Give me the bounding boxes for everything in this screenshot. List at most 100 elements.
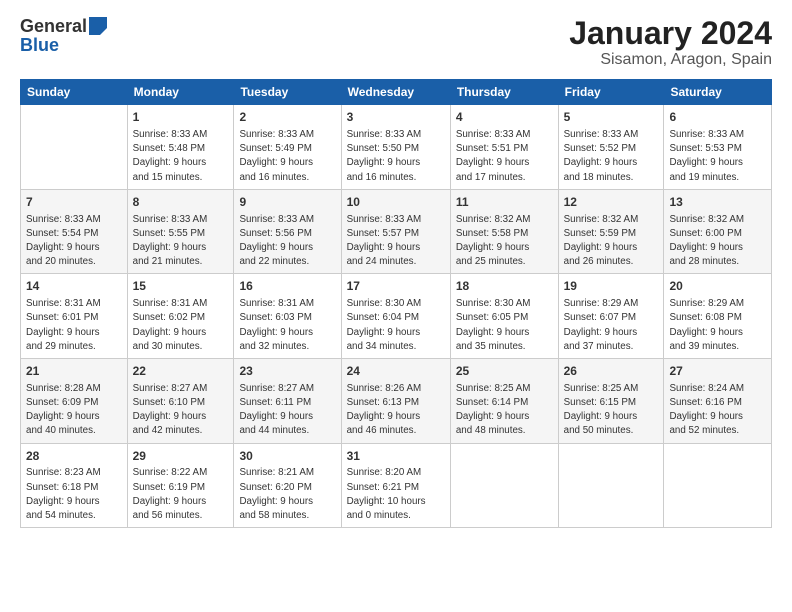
day-number: 22 bbox=[133, 363, 229, 380]
location-title: Sisamon, Aragon, Spain bbox=[569, 51, 772, 69]
cell-content: Sunrise: 8:32 AM Sunset: 5:58 PM Dayligh… bbox=[456, 213, 553, 270]
day-number: 11 bbox=[456, 194, 553, 211]
calendar-cell: 2Sunrise: 8:33 AM Sunset: 5:49 PM Daylig… bbox=[234, 105, 341, 190]
week-row-3: 21 Sunrise: 8:28 AM Sunset: 6:09 PM Dayli… bbox=[21, 359, 772, 444]
cell-content: Sunrise: 8:27 AM Sunset: 6:11 PM Dayligh… bbox=[239, 382, 335, 439]
cell-content: Sunrise: 8:29 AM Sunset: 6:08 PM Dayligh… bbox=[669, 297, 766, 354]
day-number: 24 bbox=[347, 363, 445, 380]
day-number: 13 bbox=[669, 194, 766, 211]
day-number: 20 bbox=[669, 278, 766, 295]
day-number: 28 bbox=[26, 448, 122, 465]
day-number: 29 bbox=[133, 448, 229, 465]
week-row-4: 28Sunrise: 8:23 AM Sunset: 6:18 PM Dayli… bbox=[21, 443, 772, 528]
calendar-cell: 1 Sunrise: 8:33 AM Sunset: 5:48 PM Daylig… bbox=[127, 105, 234, 190]
logo: General Blue bbox=[20, 16, 107, 56]
cell-content: Sunrise: 8:30 AM Sunset: 6:05 PM Dayligh… bbox=[456, 297, 553, 354]
calendar-cell: 7Sunrise: 8:33 AM Sunset: 5:54 PM Daylig… bbox=[21, 189, 128, 274]
calendar-cell: 12 Sunrise: 8:32 AM Sunset: 5:59 PM Dayli… bbox=[558, 189, 664, 274]
day-number: 18 bbox=[456, 278, 553, 295]
calendar-cell: 30Sunrise: 8:21 AM Sunset: 6:20 PM Dayli… bbox=[234, 443, 341, 528]
day-number: 7 bbox=[26, 194, 122, 211]
calendar-cell: 26Sunrise: 8:25 AM Sunset: 6:15 PM Dayli… bbox=[558, 359, 664, 444]
cell-content: Sunrise: 8:24 AM Sunset: 6:16 PM Dayligh… bbox=[669, 382, 766, 439]
cell-content: Sunrise: 8:31 AM Sunset: 6:01 PM Dayligh… bbox=[26, 297, 122, 354]
day-number: 8 bbox=[133, 194, 229, 211]
day-number: 31 bbox=[347, 448, 445, 465]
cell-content: Sunrise: 8:20 AM Sunset: 6:21 PM Dayligh… bbox=[347, 466, 445, 523]
week-row-0: 1 Sunrise: 8:33 AM Sunset: 5:48 PM Daylig… bbox=[21, 105, 772, 190]
calendar-cell: 17 Sunrise: 8:30 AM Sunset: 6:04 PM Dayli… bbox=[341, 274, 450, 359]
calendar-cell: 23 Sunrise: 8:27 AM Sunset: 6:11 PM Dayli… bbox=[234, 359, 341, 444]
day-number: 10 bbox=[347, 194, 445, 211]
cell-content: Sunrise: 8:33 AM Sunset: 5:55 PM Dayligh… bbox=[133, 213, 229, 270]
calendar-cell bbox=[558, 443, 664, 528]
header-wednesday: Wednesday bbox=[341, 80, 450, 105]
day-number: 16 bbox=[239, 278, 335, 295]
day-number: 9 bbox=[239, 194, 335, 211]
cell-content: Sunrise: 8:33 AM Sunset: 5:57 PM Dayligh… bbox=[347, 213, 445, 270]
day-number: 6 bbox=[669, 109, 766, 126]
cell-content: Sunrise: 8:32 AM Sunset: 6:00 PM Dayligh… bbox=[669, 213, 766, 270]
cell-content: Sunrise: 8:27 AM Sunset: 6:10 PM Dayligh… bbox=[133, 382, 229, 439]
day-number: 19 bbox=[564, 278, 659, 295]
calendar-cell: 9 Sunrise: 8:33 AM Sunset: 5:56 PM Daylig… bbox=[234, 189, 341, 274]
logo-first-line: General bbox=[20, 16, 107, 37]
week-row-1: 7Sunrise: 8:33 AM Sunset: 5:54 PM Daylig… bbox=[21, 189, 772, 274]
calendar-cell: 31Sunrise: 8:20 AM Sunset: 6:21 PM Dayli… bbox=[341, 443, 450, 528]
calendar-cell bbox=[450, 443, 558, 528]
day-number: 4 bbox=[456, 109, 553, 126]
header-tuesday: Tuesday bbox=[234, 80, 341, 105]
day-number: 5 bbox=[564, 109, 659, 126]
logo-blue-text: Blue bbox=[20, 35, 59, 56]
day-number: 27 bbox=[669, 363, 766, 380]
calendar-cell: 19 Sunrise: 8:29 AM Sunset: 6:07 PM Dayli… bbox=[558, 274, 664, 359]
cell-content: Sunrise: 8:32 AM Sunset: 5:59 PM Dayligh… bbox=[564, 213, 659, 270]
cell-content: Sunrise: 8:28 AM Sunset: 6:09 PM Dayligh… bbox=[26, 382, 122, 439]
calendar-cell: 24Sunrise: 8:26 AM Sunset: 6:13 PM Dayli… bbox=[341, 359, 450, 444]
cell-content: Sunrise: 8:23 AM Sunset: 6:18 PM Dayligh… bbox=[26, 466, 122, 523]
header-saturday: Saturday bbox=[664, 80, 772, 105]
header-sunday: Sunday bbox=[21, 80, 128, 105]
title-block: January 2024 Sisamon, Aragon, Spain bbox=[569, 16, 772, 69]
cell-content: Sunrise: 8:33 AM Sunset: 5:49 PM Dayligh… bbox=[239, 128, 335, 185]
header-friday: Friday bbox=[558, 80, 664, 105]
day-number: 1 bbox=[133, 109, 229, 126]
cell-content: Sunrise: 8:25 AM Sunset: 6:14 PM Dayligh… bbox=[456, 382, 553, 439]
cell-content: Sunrise: 8:33 AM Sunset: 5:53 PM Dayligh… bbox=[669, 128, 766, 185]
cell-content: Sunrise: 8:33 AM Sunset: 5:48 PM Dayligh… bbox=[133, 128, 229, 185]
month-title: January 2024 bbox=[569, 16, 772, 51]
header: General Blue January 2024 Sisamon, Arago… bbox=[20, 16, 772, 69]
day-number: 17 bbox=[347, 278, 445, 295]
cell-content: Sunrise: 8:22 AM Sunset: 6:19 PM Dayligh… bbox=[133, 466, 229, 523]
cell-content: Sunrise: 8:33 AM Sunset: 5:50 PM Dayligh… bbox=[347, 128, 445, 185]
calendar-header-row: SundayMondayTuesdayWednesdayThursdayFrid… bbox=[21, 80, 772, 105]
day-number: 3 bbox=[347, 109, 445, 126]
calendar-cell: 28Sunrise: 8:23 AM Sunset: 6:18 PM Dayli… bbox=[21, 443, 128, 528]
cell-content: Sunrise: 8:33 AM Sunset: 5:56 PM Dayligh… bbox=[239, 213, 335, 270]
day-number: 21 bbox=[26, 363, 122, 380]
calendar-cell: 22 Sunrise: 8:27 AM Sunset: 6:10 PM Dayli… bbox=[127, 359, 234, 444]
cell-content: Sunrise: 8:33 AM Sunset: 5:51 PM Dayligh… bbox=[456, 128, 553, 185]
day-number: 15 bbox=[133, 278, 229, 295]
day-number: 12 bbox=[564, 194, 659, 211]
calendar-cell: 29Sunrise: 8:22 AM Sunset: 6:19 PM Dayli… bbox=[127, 443, 234, 528]
calendar-cell bbox=[664, 443, 772, 528]
day-number: 30 bbox=[239, 448, 335, 465]
header-monday: Monday bbox=[127, 80, 234, 105]
calendar-cell: 3 Sunrise: 8:33 AM Sunset: 5:50 PM Daylig… bbox=[341, 105, 450, 190]
calendar-cell: 21 Sunrise: 8:28 AM Sunset: 6:09 PM Dayli… bbox=[21, 359, 128, 444]
calendar-cell: 8 Sunrise: 8:33 AM Sunset: 5:55 PM Daylig… bbox=[127, 189, 234, 274]
calendar-cell: 11 Sunrise: 8:32 AM Sunset: 5:58 PM Dayli… bbox=[450, 189, 558, 274]
logo-general-text: General bbox=[20, 16, 87, 37]
calendar-cell: 25 Sunrise: 8:25 AM Sunset: 6:14 PM Dayli… bbox=[450, 359, 558, 444]
day-number: 25 bbox=[456, 363, 553, 380]
page: General Blue January 2024 Sisamon, Arago… bbox=[0, 0, 792, 612]
calendar-cell: 4 Sunrise: 8:33 AM Sunset: 5:51 PM Daylig… bbox=[450, 105, 558, 190]
day-number: 23 bbox=[239, 363, 335, 380]
cell-content: Sunrise: 8:31 AM Sunset: 6:03 PM Dayligh… bbox=[239, 297, 335, 354]
calendar-cell: 18 Sunrise: 8:30 AM Sunset: 6:05 PM Dayli… bbox=[450, 274, 558, 359]
day-number: 26 bbox=[564, 363, 659, 380]
cell-content: Sunrise: 8:29 AM Sunset: 6:07 PM Dayligh… bbox=[564, 297, 659, 354]
calendar-cell bbox=[21, 105, 128, 190]
cell-content: Sunrise: 8:30 AM Sunset: 6:04 PM Dayligh… bbox=[347, 297, 445, 354]
